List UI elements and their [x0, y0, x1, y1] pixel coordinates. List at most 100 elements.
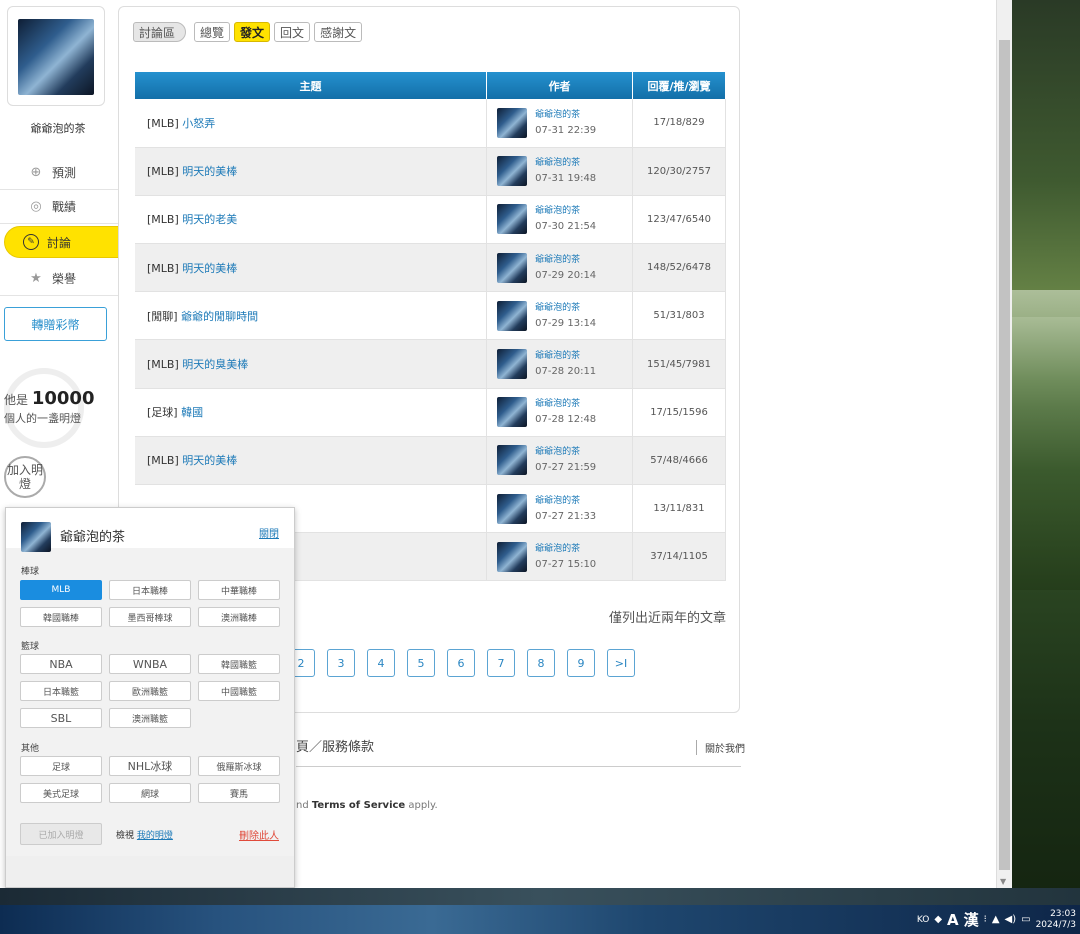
- author-name-link[interactable]: 爺爺泡的茶: [535, 107, 596, 123]
- taskbar-clock[interactable]: 23:03 2024/7/3: [1036, 909, 1076, 931]
- author-name-link[interactable]: 爺爺泡的茶: [535, 444, 596, 460]
- sidebar-item-honor[interactable]: ★ 榮譽: [0, 262, 118, 296]
- author-name-link[interactable]: 爺爺泡的茶: [535, 252, 596, 268]
- page-button[interactable]: 9: [567, 649, 595, 677]
- sidebar-item-predict[interactable]: ⊕ 預測: [0, 156, 118, 190]
- ime-settings-icon[interactable]: ⁝: [984, 914, 987, 925]
- ime-han-indicator[interactable]: 漢: [964, 909, 979, 930]
- thread-topic-link[interactable]: 爺爺的閒聊時間: [181, 310, 258, 323]
- author-name-link[interactable]: 爺爺泡的茶: [535, 155, 596, 171]
- league-option[interactable]: 日本職棒: [109, 580, 191, 600]
- thread-topic-link[interactable]: 小怒弄: [182, 117, 215, 130]
- scroll-down-arrow-icon[interactable]: ▼: [1000, 877, 1006, 886]
- league-option[interactable]: NHL冰球: [109, 756, 191, 776]
- gift-coins-button[interactable]: 轉贈彩幣: [4, 307, 107, 341]
- author-avatar[interactable]: [497, 349, 528, 380]
- joined-lamp-button[interactable]: 已加入明燈: [20, 823, 102, 845]
- page-button[interactable]: 8: [527, 649, 555, 677]
- league-option[interactable]: NBA: [20, 654, 102, 674]
- notification-icon[interactable]: ▭: [1021, 914, 1030, 925]
- author-avatar[interactable]: [497, 493, 528, 524]
- popup-close-link[interactable]: 關閉: [259, 525, 279, 540]
- page-button[interactable]: 6: [447, 649, 475, 677]
- last-page-button[interactable]: >I: [607, 649, 635, 677]
- author-avatar[interactable]: [497, 156, 528, 187]
- ime-a-indicator[interactable]: A: [947, 911, 959, 929]
- league-option[interactable]: 韓國職籃: [198, 654, 280, 674]
- table-header-row: 主題 作者 回覆/推/瀏覽: [135, 72, 726, 99]
- thread-stats: 51/31/803: [632, 291, 726, 341]
- page-button[interactable]: 7: [487, 649, 515, 677]
- ime-mode-icon[interactable]: ◆: [934, 914, 942, 925]
- league-option[interactable]: 日本職籃: [20, 681, 102, 701]
- thread-prefix: [閒聊]: [147, 309, 178, 323]
- page-button[interactable]: 4: [367, 649, 395, 677]
- author-avatar[interactable]: [497, 204, 528, 235]
- tab-discussion-area[interactable]: 討論區: [133, 22, 187, 42]
- thread-topic-link[interactable]: 明天的美棒: [182, 454, 237, 467]
- league-option[interactable]: MLB: [20, 580, 102, 600]
- footer-links[interactable]: 頁／服務條款: [296, 736, 374, 755]
- thread-topic-link[interactable]: 明天的美棒: [182, 165, 237, 178]
- author-name-link[interactable]: 爺爺泡的茶: [535, 203, 596, 219]
- author-meta: 爺爺泡的茶 07-29 20:14: [535, 252, 596, 284]
- thread-topic-link[interactable]: 明天的美棒: [182, 262, 237, 275]
- tab-posts[interactable]: 發文: [234, 22, 271, 42]
- author-name-link[interactable]: 爺爺泡的茶: [535, 396, 596, 412]
- league-option[interactable]: 中華職棒: [198, 580, 280, 600]
- footer-about-link[interactable]: 關於我們: [696, 740, 745, 755]
- author-avatar[interactable]: [497, 300, 528, 331]
- discussion-tabs: 討論區 總覽 發文 回文 感謝文: [133, 22, 363, 42]
- author-avatar[interactable]: [497, 541, 528, 572]
- thread-topic-link[interactable]: 韓國: [181, 406, 203, 419]
- terms-of-service-link[interactable]: Terms of Service: [312, 800, 405, 811]
- remove-person-link[interactable]: 刪除此人: [239, 827, 279, 842]
- my-lamp-link[interactable]: 我的明燈: [137, 831, 173, 841]
- category-label: 棒球: [21, 567, 40, 577]
- league-option[interactable]: 足球: [20, 756, 102, 776]
- league-option[interactable]: 歐洲職籃: [109, 681, 191, 701]
- author-avatar[interactable]: [497, 252, 528, 283]
- thread-topic-link[interactable]: 明天的臭美棒: [182, 358, 248, 371]
- volume-icon[interactable]: ◀): [1005, 914, 1017, 925]
- league-option[interactable]: 墨西哥棒球: [109, 607, 191, 627]
- tab-thanks[interactable]: 感謝文: [314, 22, 363, 42]
- author-name-link[interactable]: 爺爺泡的茶: [535, 541, 596, 557]
- ime-language[interactable]: KO: [917, 915, 930, 925]
- author-avatar[interactable]: [497, 445, 528, 476]
- league-option[interactable]: 韓國職棒: [20, 607, 102, 627]
- thread-prefix: [MLB]: [147, 454, 179, 468]
- league-option[interactable]: WNBA: [109, 654, 191, 674]
- thread-stats: 148/52/6478: [632, 243, 726, 293]
- league-option[interactable]: 中國職籃: [198, 681, 280, 701]
- profile-avatar[interactable]: [18, 19, 94, 95]
- sidebar-item-record[interactable]: ◎ 戰績: [0, 190, 118, 224]
- join-lamp-button[interactable]: 加入明燈: [4, 456, 46, 498]
- thread-topic-link[interactable]: 明天的老美: [182, 213, 237, 226]
- league-option[interactable]: 俄羅斯冰球: [198, 756, 280, 776]
- column-header-topic: 主題: [135, 72, 488, 99]
- tab-overview[interactable]: 總覽: [194, 22, 231, 42]
- tray-expand-icon[interactable]: ▲: [992, 914, 1000, 925]
- scrollbar-thumb[interactable]: [999, 40, 1010, 870]
- league-option[interactable]: 澳洲職籃: [109, 708, 191, 728]
- author-name-link[interactable]: 爺爺泡的茶: [535, 493, 596, 509]
- author-avatar[interactable]: [497, 397, 528, 428]
- page-scrollbar[interactable]: ▼: [996, 0, 1012, 888]
- author-name-link[interactable]: 爺爺泡的茶: [535, 300, 596, 316]
- league-option[interactable]: 澳洲職棒: [198, 607, 280, 627]
- author-name-link[interactable]: 爺爺泡的茶: [535, 348, 596, 364]
- league-option[interactable]: 網球: [109, 783, 191, 803]
- post-date: 07-27 15:10: [535, 558, 597, 570]
- league-option[interactable]: SBL: [20, 708, 102, 728]
- page-button[interactable]: 3: [327, 649, 355, 677]
- tab-replies[interactable]: 回文: [274, 22, 311, 42]
- page-button[interactable]: 5: [407, 649, 435, 677]
- sidebar-item-label: 預測: [52, 166, 77, 180]
- league-option[interactable]: 美式足球: [20, 783, 102, 803]
- league-option[interactable]: 賽馬: [198, 783, 280, 803]
- author-meta: 爺爺泡的茶 07-28 20:11: [535, 348, 596, 380]
- lamp-suffix: 個人的一盞明燈: [4, 412, 81, 425]
- author-avatar[interactable]: [497, 107, 528, 138]
- sidebar-item-discuss[interactable]: ✎ 討論: [4, 226, 126, 258]
